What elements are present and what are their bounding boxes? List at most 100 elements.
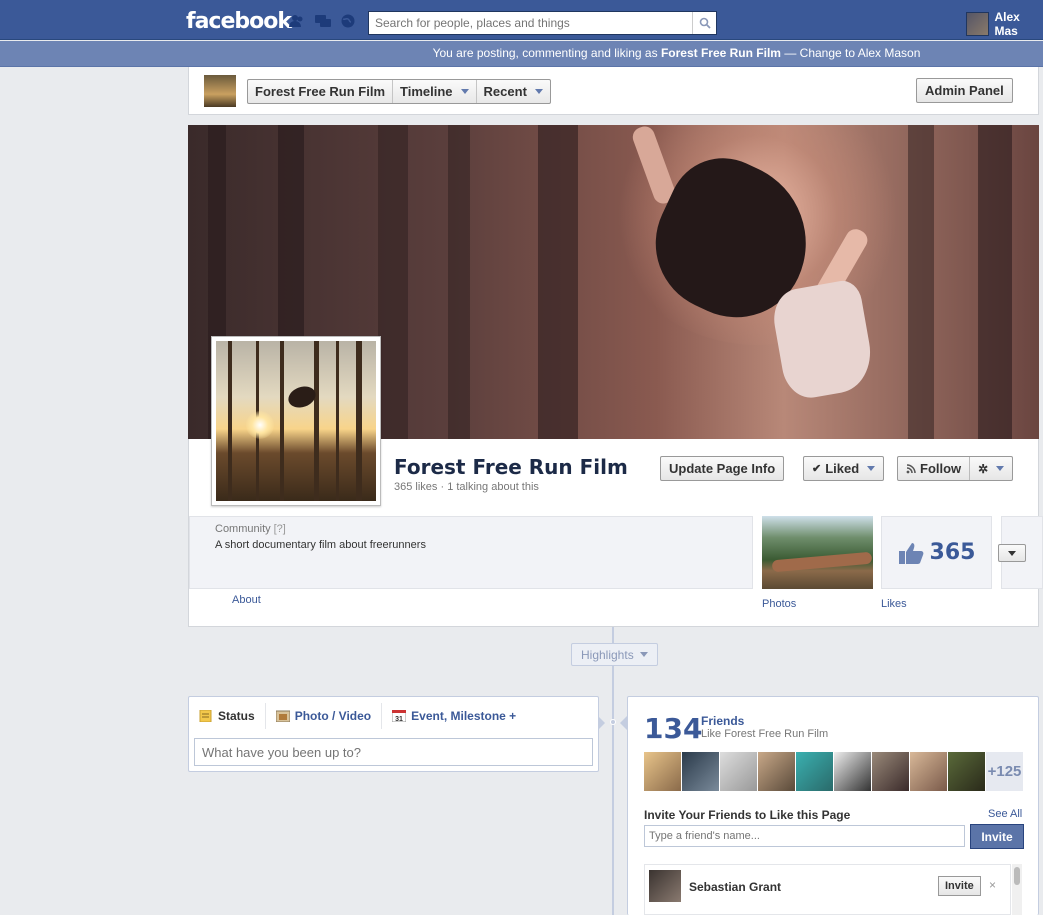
search-box: [368, 11, 717, 35]
friend-avatar[interactable]: [758, 752, 795, 791]
chevron-down-icon: [1008, 550, 1016, 556]
tab-event-label: Event, Milestone +: [411, 709, 517, 723]
page-category: Community [?]: [215, 523, 286, 535]
settings-gear-menu[interactable]: ✲: [969, 457, 1012, 480]
invite-button[interactable]: Invite: [970, 824, 1024, 849]
tab-status[interactable]: Status: [189, 703, 266, 729]
tab-status-label: Status: [218, 709, 255, 723]
page-name-button-label: Forest Free Run Film: [255, 84, 386, 99]
profile-tree: [314, 341, 319, 501]
check-icon: ✔: [812, 463, 822, 475]
update-page-info-button[interactable]: Update Page Info: [660, 456, 785, 481]
timeline-dropdown[interactable]: Timeline: [393, 80, 477, 103]
voice-bar-page-name: Forest Free Run Film: [660, 46, 781, 60]
likes-tile[interactable]: 365: [881, 516, 992, 589]
scrollbar-thumb[interactable]: [1014, 867, 1020, 885]
tab-photo-label: Photo / Video: [294, 709, 372, 723]
friends-link[interactable]: Friends: [701, 714, 744, 728]
friend-avatar[interactable]: [644, 752, 681, 791]
messages-icon[interactable]: [315, 14, 331, 28]
highlights-dropdown[interactable]: Highlights: [571, 643, 658, 666]
timeline-arrow-right: [620, 716, 627, 730]
more-tiles-button[interactable]: [998, 544, 1026, 562]
friend-name[interactable]: Sebastian Grant: [689, 880, 781, 894]
timeline-spine: [612, 627, 614, 915]
timeline-arrow-left: [598, 716, 605, 730]
search-icon: [699, 17, 711, 29]
friend-name-input[interactable]: [644, 825, 965, 847]
photos-link[interactable]: Photos: [762, 598, 796, 610]
cover-tree: [978, 125, 1012, 439]
category-label: Community: [215, 523, 271, 535]
chevron-down-icon: [534, 89, 543, 94]
invite-friend-button[interactable]: Invite: [938, 876, 981, 896]
friend-avatar[interactable]: [720, 752, 757, 791]
top-navigation-bar: facebook Alex Mas: [0, 0, 1043, 40]
friend-avatar[interactable]: [682, 752, 719, 791]
remove-suggestion-close-icon[interactable]: ×: [989, 878, 996, 892]
profile-tree: [228, 341, 232, 501]
user-profile-link[interactable]: Alex Mas: [966, 10, 1043, 38]
page-nav-button-group: Forest Free Run Film Timeline Recent: [247, 79, 551, 104]
page-header: Forest Free Run Film Timeline Recent Adm…: [188, 67, 1039, 115]
liked-button-label: Liked: [825, 461, 860, 476]
more-friends-count[interactable]: +125: [986, 752, 1023, 791]
friend-avatar[interactable]: [910, 752, 947, 791]
post-composer: Status Photo / Video 31 Event, Milestone…: [188, 696, 599, 772]
profile-tree: [280, 341, 284, 501]
photo-icon: [275, 710, 290, 722]
follow-button[interactable]: Follow ✲: [897, 456, 1014, 481]
admin-panel-button[interactable]: Admin Panel: [916, 78, 1013, 103]
facebook-logo[interactable]: facebook: [186, 9, 292, 34]
friend-faces: +125: [644, 752, 1023, 791]
chevron-down-icon: [867, 466, 876, 471]
page-thumbnail[interactable]: [204, 75, 236, 107]
photos-tile[interactable]: [762, 516, 873, 589]
change-voice-link[interactable]: Change to Alex Mason: [800, 46, 921, 60]
composer-tabs: Status Photo / Video 31 Event, Milestone…: [189, 697, 526, 735]
gear-icon: ✲: [978, 461, 989, 476]
likes-link[interactable]: Likes: [881, 598, 907, 610]
tab-event-milestone[interactable]: 31 Event, Milestone +: [382, 703, 526, 729]
page-title: Forest Free Run Film: [394, 455, 628, 479]
invite-title: Invite Your Friends to Like this Page: [644, 808, 851, 822]
friend-avatar[interactable]: [834, 752, 871, 791]
highlights-label: Highlights: [581, 647, 634, 662]
page-description: A short documentary film about freerunne…: [215, 539, 426, 551]
cover-tree: [908, 125, 934, 439]
friends-count: 134: [644, 712, 703, 745]
search-button[interactable]: [692, 12, 716, 34]
rss-icon: [906, 463, 916, 473]
cover-tree: [448, 125, 470, 439]
voice-bar-separator: —: [780, 46, 800, 60]
liked-button[interactable]: ✔ Liked: [803, 456, 885, 481]
friend-avatar[interactable]: [872, 752, 909, 791]
avatar[interactable]: [649, 870, 681, 902]
notifications-globe-icon[interactable]: [340, 14, 356, 28]
likes-count: 365: [929, 540, 976, 565]
recent-dropdown-label: Recent: [483, 84, 527, 99]
status-icon: [199, 710, 212, 722]
invite-list-scrollbar[interactable]: [1012, 864, 1022, 915]
profile-picture[interactable]: [211, 336, 381, 506]
friend-avatar[interactable]: [948, 752, 985, 791]
voice-switch-bar: You are posting, commenting and liking a…: [0, 41, 1043, 67]
recent-dropdown[interactable]: Recent: [477, 80, 550, 103]
friend-avatar[interactable]: [796, 752, 833, 791]
thumbs-up-icon: [898, 542, 923, 564]
about-link[interactable]: About: [232, 594, 261, 606]
svg-text:31: 31: [395, 716, 403, 722]
see-all-link[interactable]: See All: [988, 808, 1022, 820]
friend-invite-row: Sebastian Grant Invite ×: [644, 864, 1011, 915]
cover-tree: [538, 125, 578, 439]
cover-tree: [378, 125, 408, 439]
status-input[interactable]: [194, 738, 593, 766]
timeline-dropdown-label: Timeline: [400, 84, 453, 99]
tab-photo-video[interactable]: Photo / Video: [266, 703, 383, 729]
category-help-link[interactable]: [?]: [274, 523, 286, 535]
page-name-button[interactable]: Forest Free Run Film: [248, 80, 394, 103]
search-input[interactable]: [369, 12, 689, 34]
timeline-dot: [610, 719, 616, 725]
page-stats: 365 likes · 1 talking about this: [394, 481, 539, 493]
friend-requests-icon[interactable]: [289, 14, 305, 28]
